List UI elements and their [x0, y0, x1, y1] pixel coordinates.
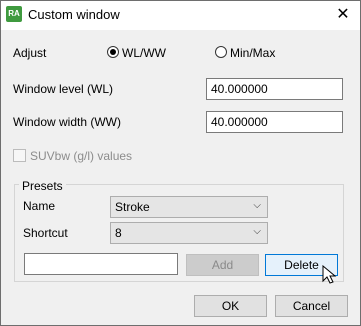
presets-group-title: Presets — [19, 179, 66, 193]
radio-wl-ww-label[interactable]: WL/WW — [122, 46, 166, 60]
add-preset-button[interactable]: Add — [186, 254, 259, 276]
window-width-input[interactable]: 40.000000 — [206, 111, 343, 133]
radio-wl-ww[interactable] — [107, 46, 119, 58]
ok-button[interactable]: OK — [194, 295, 267, 317]
mouse-pointer-icon — [322, 265, 337, 284]
custom-window-dialog: RA Custom window ✕ Adjust WL/WW Min/Max … — [0, 0, 361, 326]
adjust-label: Adjust — [13, 46, 47, 60]
radio-min-max[interactable] — [215, 46, 227, 58]
window-title: Custom window — [28, 7, 120, 22]
title-bar: RA Custom window ✕ — [1, 1, 360, 30]
shortcut-label: Shortcut — [23, 226, 68, 240]
preset-name-select[interactable]: Stroke ⌵ — [110, 196, 268, 218]
window-level-label: Window level (WL) — [13, 82, 114, 96]
chevron-down-icon: ⌵ — [253, 226, 261, 237]
preset-name-label: Name — [23, 199, 56, 213]
cancel-button[interactable]: Cancel — [275, 295, 348, 317]
preset-new-name-input[interactable] — [24, 253, 178, 275]
chevron-down-icon: ⌵ — [253, 200, 261, 211]
shortcut-select[interactable]: 8 ⌵ — [110, 222, 268, 244]
window-level-input[interactable]: 40.000000 — [206, 78, 343, 100]
shortcut-value: 8 — [115, 226, 122, 240]
suv-checkbox[interactable] — [13, 149, 26, 162]
window-width-label: Window width (WW) — [13, 115, 122, 129]
app-icon: RA — [6, 6, 22, 22]
preset-name-value: Stroke — [115, 200, 150, 214]
suv-checkbox-label: SUVbw (g/l) values — [30, 149, 133, 163]
close-icon[interactable]: ✕ — [332, 6, 354, 24]
radio-min-max-label[interactable]: Min/Max — [230, 46, 275, 60]
